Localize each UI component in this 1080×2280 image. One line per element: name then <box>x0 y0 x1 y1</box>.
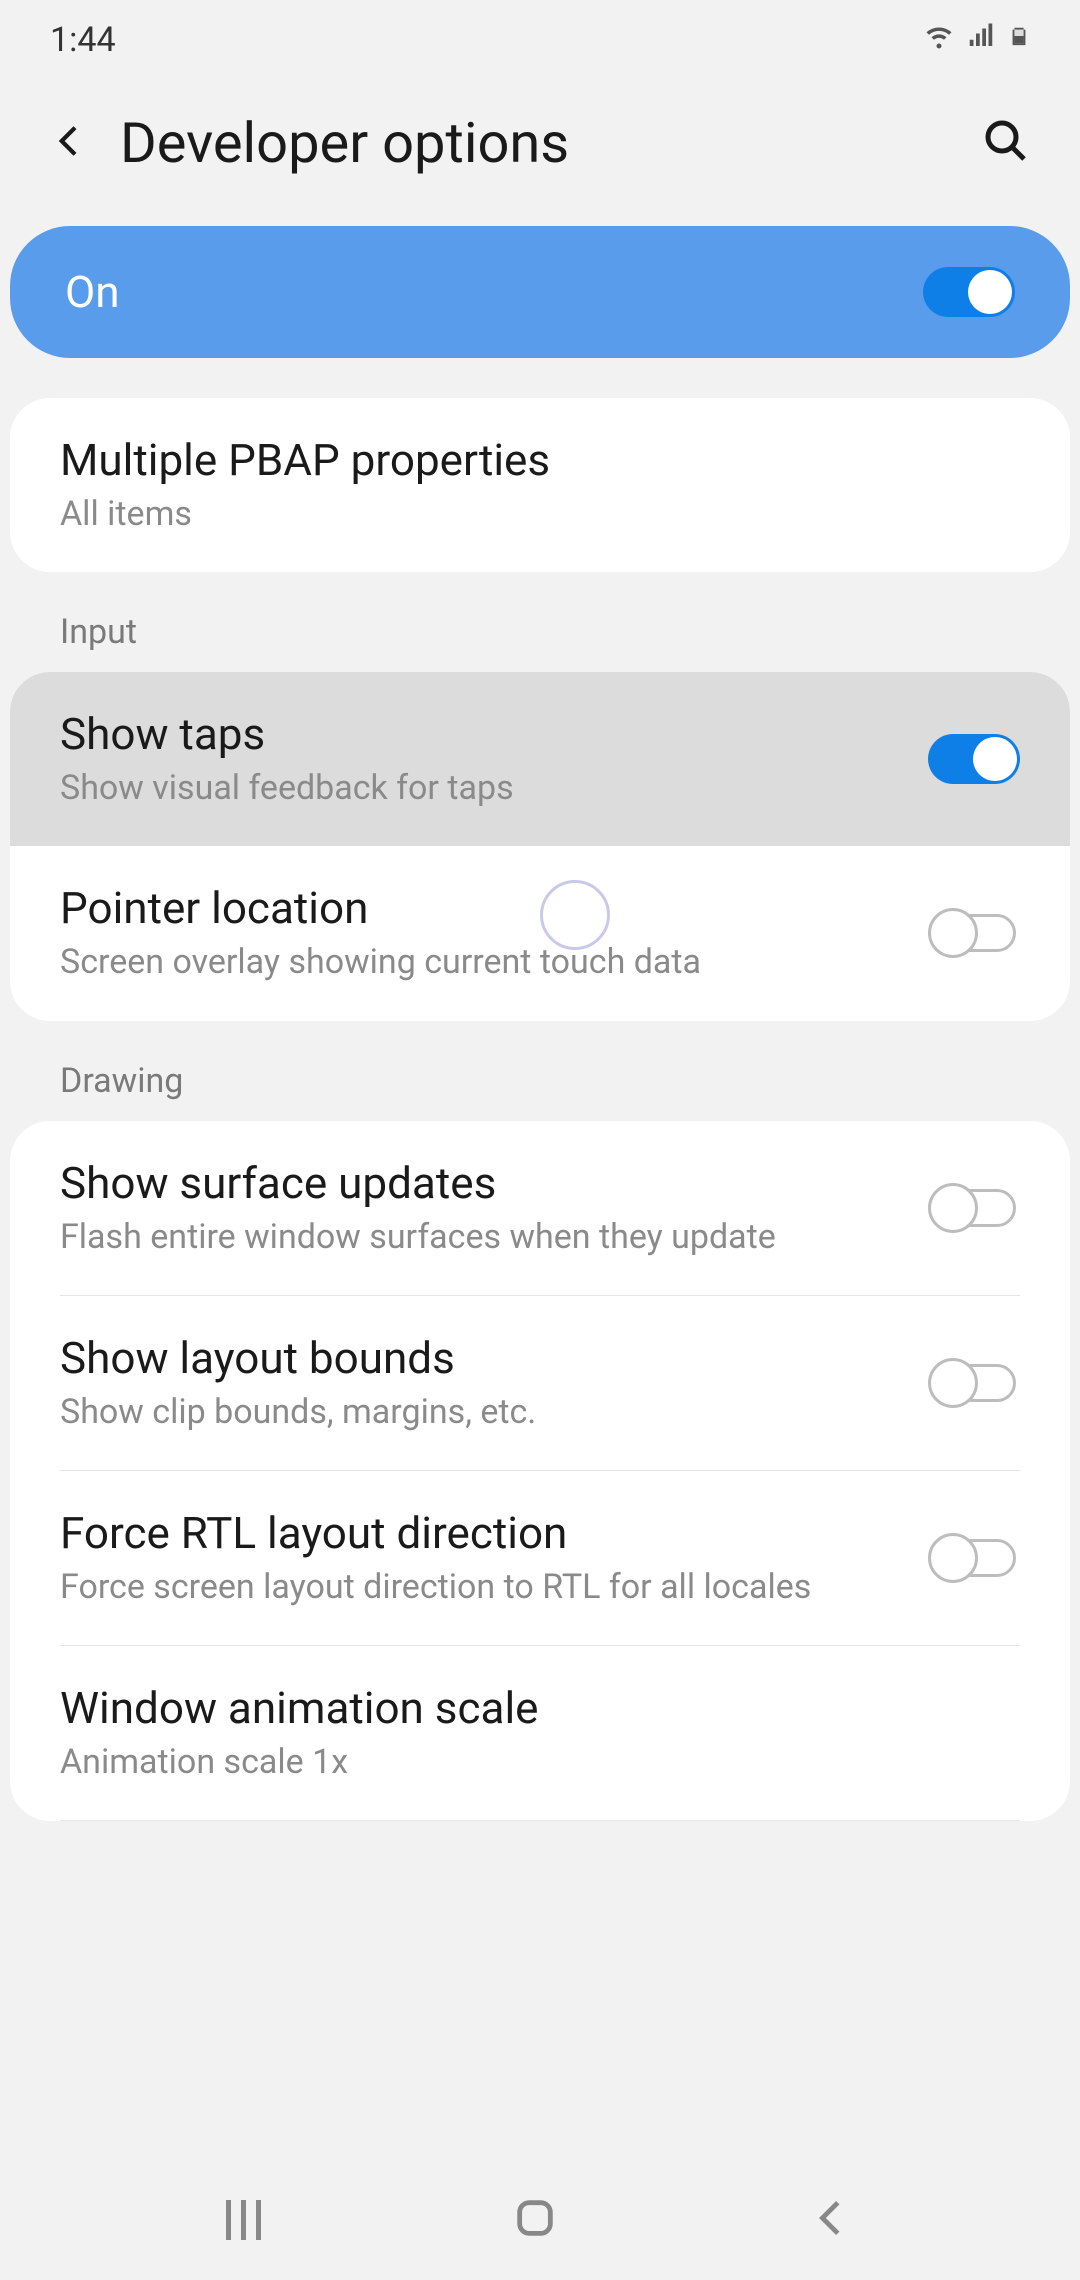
row-show-taps[interactable]: Show taps Show visual feedback for taps <box>10 672 1070 846</box>
input-card: Show taps Show visual feedback for taps … <box>10 672 1070 1020</box>
force-rtl-toggle[interactable] <box>928 1533 1020 1583</box>
row-pointer-title: Pointer location <box>60 882 908 934</box>
master-toggle[interactable] <box>923 267 1015 317</box>
page-title: Developer options <box>120 110 952 176</box>
search-icon[interactable] <box>982 117 1030 169</box>
row-window-anim-sub: Animation scale 1x <box>60 1740 1020 1784</box>
signal-icon <box>966 21 996 59</box>
row-layout-sub: Show clip bounds, margins, etc. <box>60 1390 908 1434</box>
navigation-bar <box>0 2160 1080 2280</box>
nav-recents-icon[interactable] <box>226 2200 261 2240</box>
drawing-card: Show surface updates Flash entire window… <box>10 1121 1070 1822</box>
section-input-label: Input <box>0 572 1080 672</box>
status-time: 1:44 <box>50 20 116 60</box>
row-pbap[interactable]: Multiple PBAP properties All items <box>10 398 1070 572</box>
row-layout-bounds[interactable]: Show layout bounds Show clip bounds, mar… <box>10 1296 1070 1470</box>
battery-icon <box>1008 20 1030 60</box>
divider <box>60 1820 1020 1821</box>
row-window-animation[interactable]: Window animation scale Animation scale 1… <box>10 1646 1070 1820</box>
row-force-rtl[interactable]: Force RTL layout direction Force screen … <box>10 1471 1070 1645</box>
row-rtl-title: Force RTL layout direction <box>60 1507 908 1559</box>
row-surface-sub: Flash entire window surfaces when they u… <box>60 1215 908 1259</box>
row-surface-title: Show surface updates <box>60 1157 908 1209</box>
status-bar: 1:44 <box>0 0 1080 80</box>
pointer-location-toggle[interactable] <box>928 908 1020 958</box>
show-taps-toggle[interactable] <box>928 734 1020 784</box>
row-pointer-sub: Screen overlay showing current touch dat… <box>60 940 908 984</box>
row-pointer-location[interactable]: Pointer location Screen overlay showing … <box>10 846 1070 1020</box>
master-toggle-label: On <box>65 266 120 318</box>
status-icons <box>924 20 1030 60</box>
pbap-card: Multiple PBAP properties All items <box>10 398 1070 572</box>
row-window-anim-title: Window animation scale <box>60 1682 1020 1734</box>
row-show-taps-sub: Show visual feedback for taps <box>60 766 908 810</box>
surface-updates-toggle[interactable] <box>928 1183 1020 1233</box>
row-show-taps-title: Show taps <box>60 708 908 760</box>
section-drawing-label: Drawing <box>0 1021 1080 1121</box>
header: Developer options <box>0 80 1080 216</box>
layout-bounds-toggle[interactable] <box>928 1358 1020 1408</box>
back-icon[interactable] <box>50 121 90 165</box>
row-pbap-title: Multiple PBAP properties <box>60 434 1020 486</box>
row-surface-updates[interactable]: Show surface updates Flash entire window… <box>10 1121 1070 1295</box>
row-pbap-sub: All items <box>60 492 1020 536</box>
master-toggle-card[interactable]: On <box>10 226 1070 358</box>
nav-home-icon[interactable] <box>512 2195 558 2245</box>
wifi-icon <box>924 21 954 59</box>
nav-back-icon[interactable] <box>809 2195 855 2245</box>
row-rtl-sub: Force screen layout direction to RTL for… <box>60 1565 908 1609</box>
row-layout-title: Show layout bounds <box>60 1332 908 1384</box>
